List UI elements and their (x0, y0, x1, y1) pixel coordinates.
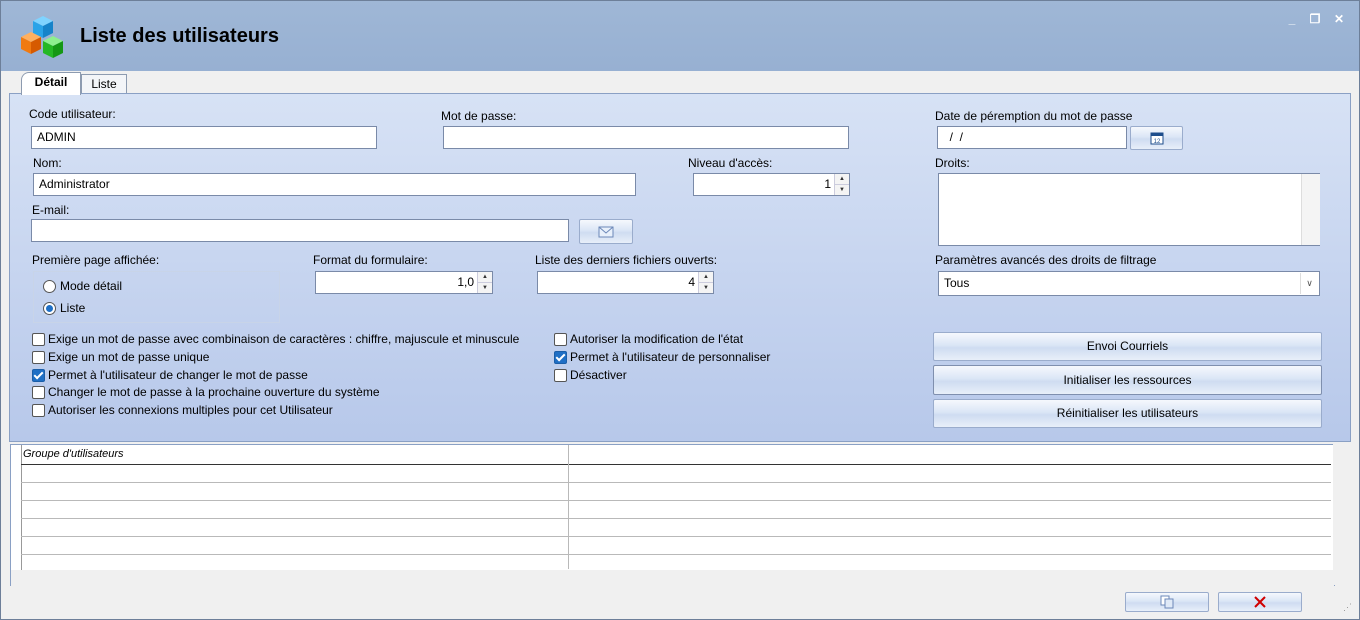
reset-users-button[interactable]: Réinitialiser les utilisateurs (933, 399, 1322, 428)
radio-list-label: Liste (60, 301, 86, 315)
user-code-field[interactable]: ADMIN (31, 126, 377, 149)
spin-down-icon[interactable]: ▼ (478, 282, 492, 293)
user-code-label: Code utilisateur: (29, 107, 116, 121)
user-groups-grid[interactable]: Groupe d'utilisateurs (10, 444, 1335, 587)
form-format-stepper[interactable]: 1,0 (315, 271, 493, 294)
spin-up-icon[interactable]: ▲ (835, 174, 849, 184)
name-label: Nom: (33, 156, 62, 170)
form-format-spin[interactable]: ▲ ▼ (477, 272, 492, 293)
copy-icon (1160, 595, 1174, 609)
chevron-down-icon[interactable]: ∨ (1300, 273, 1318, 294)
table-row[interactable] (21, 483, 1331, 501)
tab-strip: Détail Liste (1, 71, 1359, 95)
tab-detail[interactable]: Détail (21, 72, 81, 95)
table-row[interactable] (21, 465, 1331, 483)
table-row[interactable] (21, 537, 1331, 555)
password-label: Mot de passe: (441, 109, 517, 123)
password-field[interactable] (443, 126, 849, 149)
envelope-icon (598, 226, 614, 238)
email-field[interactable] (31, 219, 569, 242)
spin-down-icon[interactable]: ▼ (835, 184, 849, 195)
title-bar: Liste des utilisateurs _ ❐ ✕ (1, 1, 1359, 71)
column-header-empty (569, 445, 1331, 465)
rights-scrollbar[interactable] (1301, 174, 1320, 245)
name-field[interactable]: Administrator (33, 173, 636, 196)
window-title: Liste des utilisateurs (80, 25, 279, 47)
table-row[interactable] (21, 519, 1331, 537)
calendar-icon: 12 (1150, 132, 1163, 145)
form-format-label: Format du formulaire: (313, 253, 428, 267)
send-emails-button[interactable]: Envoi Courriels (933, 332, 1322, 361)
radio-mode-detail-label: Mode détail (60, 279, 123, 293)
init-resources-button[interactable]: Initialiser les ressources (933, 365, 1322, 395)
checkbox-change-next-login[interactable] (32, 386, 45, 399)
access-level-label: Niveau d'accès: (688, 156, 773, 170)
first-page-label: Première page affichée: (32, 253, 160, 267)
spin-up-icon[interactable]: ▲ (478, 272, 492, 282)
close-x-icon (1254, 596, 1266, 608)
grid-vscroll-area[interactable] (1333, 444, 1351, 585)
checkbox-unique-password-label: Exige un mot de passe unique (48, 350, 210, 364)
bottom-bar: ⋰ (1, 586, 1359, 619)
checkbox-change-next-login-label: Changer le mot de passe à la prochaine o… (48, 385, 380, 399)
password-expiry-label: Date de péremption du mot de passe (935, 109, 1133, 123)
spin-up-icon[interactable]: ▲ (699, 272, 713, 282)
checkbox-modify-state-label: Autoriser la modification de l'état (570, 332, 744, 346)
recent-files-spin[interactable]: ▲ ▼ (698, 272, 713, 293)
tab-list[interactable]: Liste (81, 74, 127, 94)
column-header-user-group[interactable]: Groupe d'utilisateurs (21, 445, 569, 465)
advanced-filter-label: Paramètres avancés des droits de filtrag… (935, 253, 1157, 267)
table-row[interactable] (21, 501, 1331, 519)
grid-hscroll-area[interactable] (11, 570, 1334, 586)
radio-mode-detail[interactable] (43, 280, 56, 293)
access-level-stepper[interactable]: 1 (693, 173, 850, 196)
password-expiry-field[interactable]: / / (937, 126, 1127, 149)
cubes-app-icon (21, 16, 63, 58)
checkbox-disable[interactable] (554, 369, 567, 382)
resize-grip-icon[interactable]: ⋰ (1343, 603, 1355, 616)
rights-label: Droits: (935, 156, 970, 170)
checkbox-complex-password-label: Exige un mot de passe avec combinaison d… (48, 332, 520, 346)
checkbox-personalize[interactable] (554, 351, 567, 364)
checkbox-disable-label: Désactiver (570, 368, 627, 382)
access-level-spin[interactable]: ▲ ▼ (834, 174, 849, 195)
checkbox-user-change-password-label: Permet à l'utilisateur de changer le mot… (48, 368, 308, 382)
cancel-button[interactable] (1218, 592, 1302, 612)
send-email-button[interactable] (579, 219, 633, 244)
checkbox-user-change-password[interactable] (32, 369, 45, 382)
checkbox-modify-state[interactable] (554, 333, 567, 346)
restore-icon[interactable]: ❐ (1307, 12, 1323, 26)
copy-button[interactable] (1125, 592, 1209, 612)
spin-down-icon[interactable]: ▼ (699, 282, 713, 293)
svg-text:12: 12 (1153, 139, 1160, 145)
minimize-icon[interactable]: _ (1284, 12, 1300, 26)
recent-files-label: Liste des derniers fichiers ouverts: (535, 253, 718, 267)
rights-field[interactable] (938, 173, 1320, 246)
email-label: E-mail: (32, 203, 70, 217)
checkbox-personalize-label: Permet à l'utilisateur de personnaliser (570, 350, 771, 364)
main-window: Liste des utilisateurs _ ❐ ✕ Détail List… (0, 0, 1360, 620)
checkbox-unique-password[interactable] (32, 351, 45, 364)
radio-list[interactable] (43, 302, 56, 315)
detail-panel: Code utilisateur: ADMIN Mot de passe: Da… (9, 93, 1351, 442)
recent-files-stepper[interactable]: 4 (537, 271, 714, 294)
calendar-button[interactable]: 12 (1130, 126, 1183, 150)
checkbox-complex-password[interactable] (32, 333, 45, 346)
close-icon[interactable]: ✕ (1331, 12, 1347, 26)
checkbox-multiple-connections[interactable] (32, 404, 45, 417)
checkbox-multiple-connections-label: Autoriser les connexions multiples pour … (48, 403, 333, 417)
advanced-filter-select[interactable]: Tous (938, 271, 1320, 296)
